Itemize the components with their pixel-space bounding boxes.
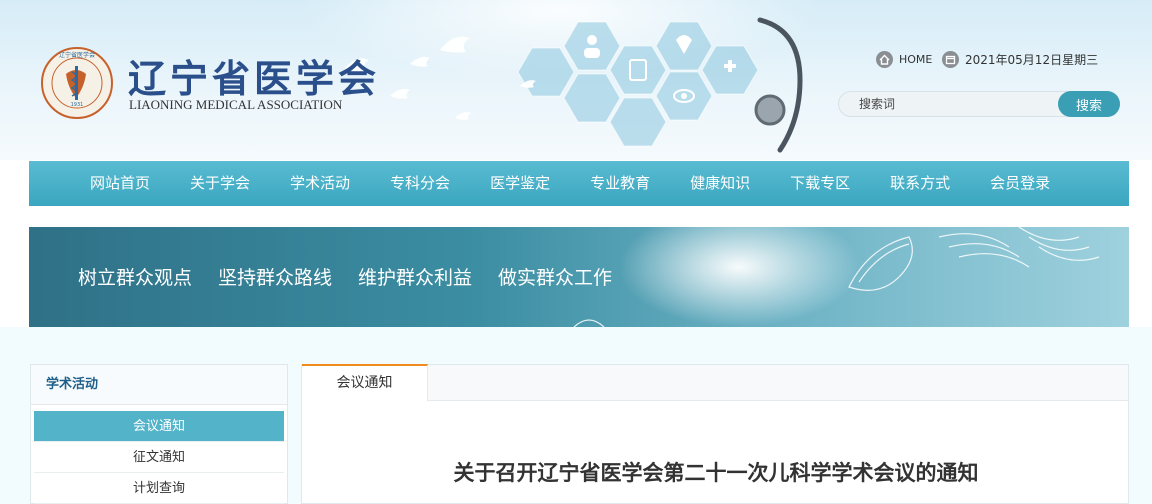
slogan-item: 做实群众工作 xyxy=(498,267,613,289)
site-logo-title[interactable]: 辽宁省医学会 xyxy=(128,48,380,103)
slogan-item: 树立群众观点 xyxy=(78,267,193,289)
sidebar-title: 学术活动 xyxy=(31,365,287,405)
sidebar: 学术活动 会议通知 征文通知 计划查询 xyxy=(30,364,288,504)
slogan-item: 坚持群众路线 xyxy=(218,267,333,289)
slogan-banner: 树立群众观点 坚持群众路线 维护群众利益 做实群众工作 xyxy=(29,227,1129,327)
current-date: 2021年05月12日星期三 xyxy=(942,51,1098,68)
slogan-item: 维护群众利益 xyxy=(358,267,473,289)
search-button[interactable]: 搜索 xyxy=(1058,91,1120,117)
sidebar-item-call-for-papers[interactable]: 征文通知 xyxy=(34,442,284,473)
nav-item-contact[interactable]: 联系方式 xyxy=(870,161,970,206)
nav-item-medical-appraisal[interactable]: 医学鉴定 xyxy=(470,161,570,206)
search-bar: 搜索 xyxy=(838,91,1120,117)
nav-item-professional-education[interactable]: 专业教育 xyxy=(570,161,670,206)
nav-item-downloads[interactable]: 下载专区 xyxy=(770,161,870,206)
sidebar-item-meeting-notices[interactable]: 会议通知 xyxy=(34,411,284,442)
main-nav: 网站首页 关于学会 学术活动 专科分会 医学鉴定 专业教育 健康知识 下载专区 … xyxy=(29,161,1129,206)
seal-year: 1931 xyxy=(71,102,84,108)
nav-item-home[interactable]: 网站首页 xyxy=(70,161,170,206)
association-seal-logo[interactable]: 1931 辽宁省医学会 xyxy=(40,46,114,120)
slogan-list: 树立群众观点 坚持群众路线 维护群众利益 做实群众工作 xyxy=(78,263,612,290)
nav-item-academic-activities[interactable]: 学术活动 xyxy=(270,161,370,206)
tab-meeting-notices[interactable]: 会议通知 xyxy=(302,364,428,401)
nav-item-about[interactable]: 关于学会 xyxy=(170,161,270,206)
search-input[interactable] xyxy=(839,92,1059,116)
nav-item-health-knowledge[interactable]: 健康知识 xyxy=(670,161,770,206)
home-link[interactable]: HOME xyxy=(876,51,932,68)
sidebar-item-plan-query[interactable]: 计划查询 xyxy=(34,473,284,504)
calendar-icon xyxy=(942,51,959,68)
home-label: HOME xyxy=(899,53,933,66)
seal-text: 辽宁省医学会 xyxy=(59,51,95,59)
date-text: 2021年05月12日星期三 xyxy=(965,53,1099,67)
home-icon xyxy=(876,51,893,68)
tab-bar: 会议通知 xyxy=(302,364,1128,401)
site-logo-subtitle: LIAONING MEDICAL ASSOCIATION xyxy=(129,97,343,112)
site-header: 1931 辽宁省医学会 辽宁省医学会 LIAONING MEDICAL ASSO… xyxy=(0,0,1152,160)
article-title: 关于召开辽宁省医学会第二十一次儿科学学术会议的通知 xyxy=(453,461,979,485)
main-content: 会议通知 关于召开辽宁省医学会第二十一次儿科学学术会议的通知 xyxy=(301,364,1129,504)
nav-item-member-login[interactable]: 会员登录 xyxy=(970,161,1070,206)
nav-item-specialty-branches[interactable]: 专科分会 xyxy=(370,161,470,206)
